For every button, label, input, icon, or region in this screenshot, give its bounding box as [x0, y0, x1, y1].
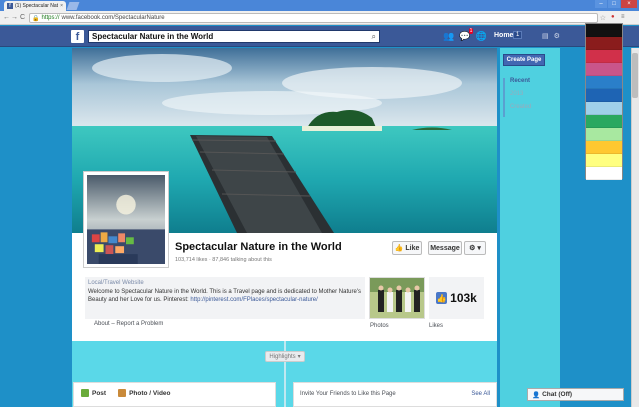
page-title[interactable]: Spectacular Nature in the World — [175, 241, 342, 253]
likes-count: 103k — [450, 291, 477, 305]
privacy-shortcuts-icon[interactable]: ▤ — [542, 32, 549, 40]
invite-friends-box: Invite Your Friends to Like this Page Se… — [293, 382, 497, 407]
url-scheme: https:// — [41, 15, 60, 21]
color-palette — [585, 23, 623, 180]
like-thumb-icon: 👍 — [436, 292, 448, 304]
menu-icon[interactable]: ≡ — [621, 14, 625, 20]
message-button-label: Message — [430, 244, 460, 252]
notifications-globe-icon[interactable]: 🌐 — [475, 31, 486, 42]
color-swatch[interactable] — [586, 128, 622, 141]
bookmark-star-icon[interactable]: ☆ — [600, 14, 606, 22]
likes-box[interactable]: 👍 103k — [429, 277, 484, 319]
color-swatch[interactable] — [586, 115, 622, 128]
chevron-down-icon: ▾ — [297, 354, 301, 360]
color-swatch[interactable] — [586, 102, 622, 115]
composer: Post Photo / Video — [73, 382, 276, 407]
reload-icon[interactable]: C — [20, 14, 25, 21]
gear-icon: ⚙ — [469, 245, 476, 252]
color-swatch[interactable] — [586, 141, 622, 154]
thumbs-up-icon: 👍 — [394, 245, 404, 252]
browser-tab-bar: f (1) Spectacular Natu × – □ × — [0, 0, 639, 11]
invite-text[interactable]: Invite Your Friends to Like this Page — [300, 391, 396, 397]
lock-icon: 🔒 — [32, 15, 40, 22]
see-all-link[interactable]: See All — [471, 391, 490, 397]
year-item-recent[interactable]: Recent — [510, 78, 545, 84]
search-icon[interactable]: ⌕ — [372, 32, 376, 42]
messages-icon[interactable]: 💬 1 — [459, 28, 474, 42]
browser-tab[interactable]: f (1) Spectacular Natu × — [4, 1, 66, 11]
new-tab-button[interactable] — [66, 2, 80, 10]
color-swatch[interactable] — [586, 50, 622, 63]
facebook-favicon-icon: f — [7, 3, 13, 9]
page-category[interactable]: Local/Travel Website — [88, 280, 362, 286]
jewel-icons: 👥 💬 1 🌐 — [443, 28, 487, 42]
profile-image — [87, 175, 165, 264]
close-window-icon[interactable]: × — [621, 0, 637, 8]
home-count-badge: 1 — [513, 31, 523, 39]
highlights-dropdown[interactable]: Highlights ▾ — [265, 351, 305, 362]
post-icon — [81, 389, 89, 397]
photo-video-tab[interactable]: Photo / Video — [118, 389, 171, 397]
photos-tab[interactable]: Photos — [370, 323, 389, 329]
facebook-search[interactable]: ⌕ — [88, 30, 380, 43]
scrollbar-thumb[interactable] — [632, 53, 638, 98]
scrollbar[interactable] — [631, 48, 639, 407]
account-icons: ▤ ⚙ — [542, 32, 560, 40]
likes-tab[interactable]: Likes — [429, 323, 443, 329]
about-report-link[interactable]: About – Report a Problem — [94, 321, 163, 327]
color-swatch[interactable] — [586, 24, 622, 37]
photos-image — [370, 278, 424, 318]
facebook-logo-icon[interactable]: f — [71, 30, 84, 43]
photo-video-label: Photo / Video — [129, 389, 171, 397]
settings-gear-icon[interactable]: ⚙ — [554, 32, 560, 40]
extension-icon[interactable]: ● — [611, 14, 615, 20]
highlights-label: Highlights — [269, 353, 296, 360]
page-stats: 103,714 likes · 87,846 talking about thi… — [175, 257, 272, 263]
color-swatch[interactable] — [586, 89, 622, 102]
chat-icon: 👤 — [532, 391, 541, 399]
address-bar: ← → C 🔒 https://www.facebook.com/Spectac… — [0, 11, 639, 25]
color-swatch[interactable] — [586, 63, 622, 76]
message-button[interactable]: Message — [428, 241, 462, 255]
like-button[interactable]: 👍 Like — [392, 241, 422, 255]
url-input[interactable]: 🔒 https://www.facebook.com/SpectacularNa… — [29, 13, 598, 23]
page-description: Welcome to Spectacular Nature in the Wor… — [88, 289, 361, 303]
timeline-year-nav: Recent 2013 Created — [503, 78, 545, 117]
back-icon[interactable]: ← — [3, 14, 10, 21]
year-item-created[interactable]: Created — [510, 104, 545, 110]
post-tab[interactable]: Post — [81, 389, 106, 397]
url-text: www.facebook.com/SpectacularNature — [61, 15, 165, 21]
color-swatch[interactable] — [586, 37, 622, 50]
page-options-button[interactable]: ⚙ ▾ — [464, 241, 486, 255]
home-link[interactable]: Home — [494, 32, 513, 39]
notification-badge: 1 — [468, 28, 474, 34]
friend-requests-icon[interactable]: 👥 — [443, 31, 454, 42]
year-item-2013[interactable]: 2013 — [510, 91, 545, 97]
window-controls: – □ × — [595, 0, 637, 8]
color-swatch[interactable] — [586, 167, 622, 180]
minimize-icon[interactable]: – — [595, 0, 607, 8]
facebook-top-bar: f ⌕ 👥 💬1 🌐 Home 1 ▤ ⚙ — [0, 26, 639, 47]
like-button-label: Like — [405, 244, 420, 252]
about-box: Local/Travel Website Welcome to Spectacu… — [85, 277, 365, 319]
color-swatch[interactable] — [586, 154, 622, 167]
photos-thumbnail[interactable] — [369, 277, 425, 319]
search-input[interactable] — [92, 32, 372, 41]
profile-picture[interactable] — [83, 171, 169, 268]
forward-icon[interactable]: → — [11, 14, 18, 21]
chevron-down-icon: ▾ — [477, 245, 481, 252]
photo-icon — [118, 389, 127, 397]
chat-bar[interactable]: 👤 Chat (Off) — [527, 388, 624, 401]
post-label: Post — [92, 389, 107, 397]
create-page-button[interactable]: Create Page — [503, 54, 545, 66]
chat-label: Chat (Off) — [542, 391, 573, 398]
pinterest-link[interactable]: http://pinterest.com/FPlaces/spectacular… — [190, 297, 317, 303]
maximize-icon[interactable]: □ — [608, 0, 620, 8]
color-swatch[interactable] — [586, 76, 622, 89]
tab-close-icon[interactable]: × — [60, 3, 63, 9]
tab-title: (1) Spectacular Natu — [15, 3, 59, 9]
